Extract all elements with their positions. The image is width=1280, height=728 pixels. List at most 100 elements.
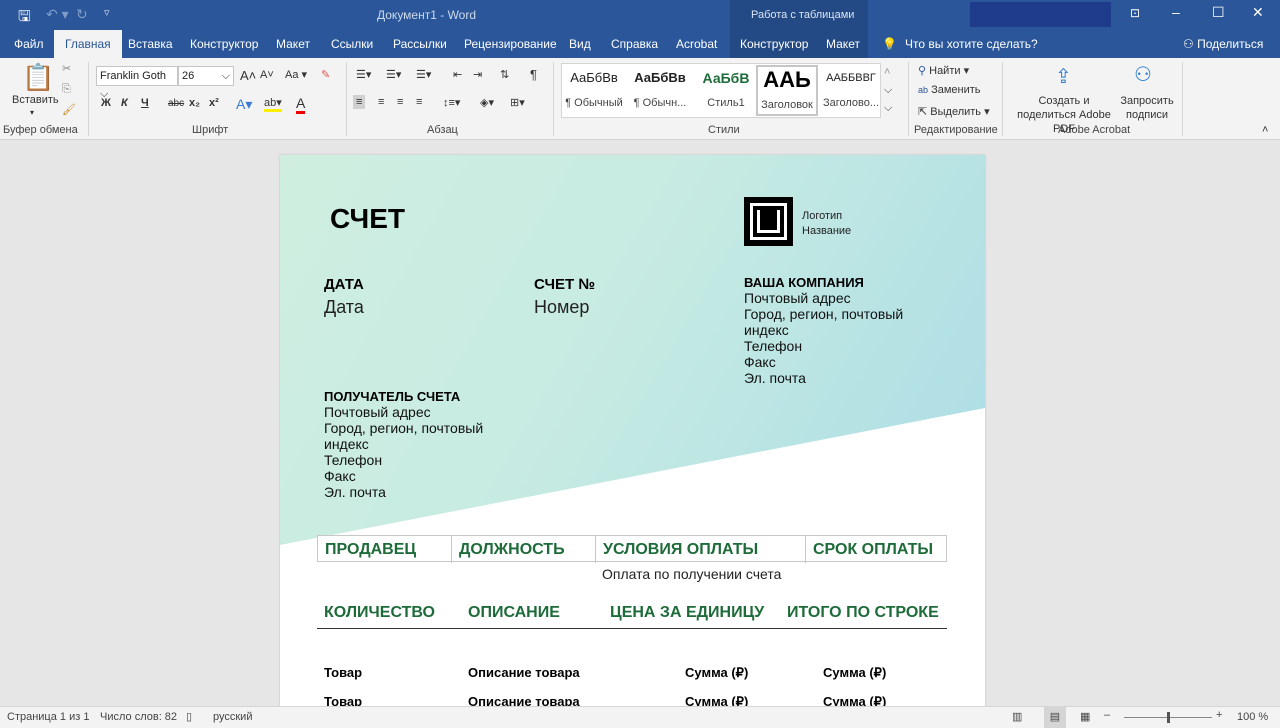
italic-button[interactable]: К: [121, 97, 128, 109]
proofing-icon[interactable]: ▯: [186, 710, 192, 723]
zoom-level[interactable]: 100 %: [1237, 711, 1268, 723]
underline-button[interactable]: Ч: [141, 97, 149, 109]
ribbon-display-icon[interactable]: ⊡: [1130, 6, 1140, 20]
paste-icon[interactable]: 📋: [22, 62, 54, 93]
style-item[interactable]: АаБбВв ¶ Обычн...: [629, 65, 691, 116]
highlight-color-icon[interactable]: ab▾: [264, 96, 282, 112]
customize-qat-icon[interactable]: ▿: [104, 6, 110, 19]
company-line[interactable]: Факс: [744, 354, 903, 370]
save-icon[interactable]: 🖫: [18, 6, 31, 31]
zoom-out-button[interactable]: –: [1104, 709, 1110, 721]
recipient-line[interactable]: Эл. почта: [324, 484, 483, 500]
recipient-line[interactable]: Телефон: [324, 452, 483, 468]
paste-button[interactable]: Вставить: [12, 94, 59, 106]
font-color-icon[interactable]: A: [296, 95, 306, 114]
page-count[interactable]: Страница 1 из 1: [7, 711, 89, 723]
company-line[interactable]: Телефон: [744, 338, 903, 354]
request-signatures-icon[interactable]: ⚇: [1134, 62, 1152, 87]
tab-file[interactable]: Файл: [14, 30, 44, 58]
tab-review[interactable]: Рецензирование: [464, 30, 557, 58]
tab-view[interactable]: Вид: [569, 30, 591, 58]
payment-terms-value[interactable]: Оплата по получении счета: [602, 566, 781, 582]
read-mode-icon[interactable]: ▥: [1012, 710, 1022, 723]
item-unit-price[interactable]: Сумма (₽): [685, 665, 748, 681]
request-signatures-button[interactable]: Запросить подписи: [1120, 94, 1174, 122]
company-line[interactable]: Почтовый адрес: [744, 290, 903, 306]
subscript-button[interactable]: x₂: [189, 97, 200, 109]
item-line-total[interactable]: Сумма (₽): [823, 665, 886, 681]
share-button[interactable]: ⚇ Поделиться: [1183, 30, 1263, 58]
item-description[interactable]: Описание товара: [468, 665, 580, 680]
bold-button[interactable]: Ж: [101, 97, 111, 109]
style-item[interactable]: ААЬ Заголовок: [756, 65, 818, 116]
company-line[interactable]: Эл. почта: [744, 370, 903, 386]
tab-help[interactable]: Справка: [611, 30, 658, 58]
create-pdf-icon[interactable]: ⇪: [1055, 64, 1072, 89]
decrease-indent-icon[interactable]: ⇤: [453, 68, 462, 81]
zoom-slider-thumb[interactable]: [1167, 712, 1170, 723]
replace-button[interactable]: ab Заменить: [918, 84, 981, 96]
clear-formatting-icon[interactable]: ✎: [321, 68, 330, 81]
numbering-icon[interactable]: ☰▾: [386, 68, 401, 81]
item-qty[interactable]: Товар: [324, 665, 362, 680]
tab-layout[interactable]: Макет: [276, 30, 310, 58]
grow-font-icon[interactable]: A˄: [240, 68, 256, 83]
find-button[interactable]: ⚲ Найти ▾: [918, 64, 969, 77]
recipient-line[interactable]: индекс: [324, 436, 483, 452]
minimize-icon[interactable]: –: [1172, 4, 1180, 20]
shading-icon[interactable]: ◈▾: [480, 96, 494, 109]
style-item[interactable]: ААББВВГ Заголово...: [820, 65, 882, 116]
styles-scroll-up[interactable]: ˄: [884, 66, 890, 78]
word-count[interactable]: Число слов: 82: [100, 711, 177, 723]
print-layout-icon[interactable]: ▤: [1044, 707, 1066, 728]
account-area[interactable]: [970, 2, 1111, 27]
borders-icon[interactable]: ⊞▾: [510, 96, 525, 109]
styles-more[interactable]: ⌵: [884, 102, 892, 115]
collapse-ribbon-icon[interactable]: ˄: [1262, 124, 1268, 136]
strikethrough-button[interactable]: abc: [168, 98, 184, 109]
copy-icon[interactable]: ⎘: [62, 83, 71, 96]
shrink-font-icon[interactable]: A˅: [260, 69, 274, 81]
recipient-line[interactable]: Город, регион, почтовый: [324, 420, 483, 436]
document-page[interactable]: СЧЕТ Логотип Название ДАТА Дата СЧЕТ № Н…: [280, 155, 985, 715]
redo-icon[interactable]: ↻: [76, 6, 88, 23]
date-value[interactable]: Дата: [324, 297, 364, 318]
show-marks-icon[interactable]: ¶: [530, 67, 537, 82]
tab-references[interactable]: Ссылки: [331, 30, 373, 58]
paste-dropdown-icon[interactable]: ▾: [30, 108, 34, 117]
align-left-icon[interactable]: ≡: [353, 95, 366, 109]
company-line[interactable]: индекс: [744, 322, 903, 338]
company-line[interactable]: Город, регион, почтовый: [744, 306, 903, 322]
tab-home[interactable]: Главная: [54, 30, 122, 58]
select-button[interactable]: ⇱ Выделить ▾: [918, 105, 990, 118]
language[interactable]: русский: [213, 711, 252, 723]
zoom-in-button[interactable]: +: [1216, 709, 1222, 721]
style-item[interactable]: АаБбВ Стиль1: [695, 65, 757, 116]
tab-acrobat[interactable]: Acrobat: [676, 30, 717, 58]
align-right-icon[interactable]: ≡: [397, 96, 403, 108]
recipient-line[interactable]: Почтовый адрес: [324, 404, 483, 420]
cut-icon[interactable]: ✂: [62, 62, 71, 75]
tab-insert[interactable]: Вставка: [128, 30, 173, 58]
align-center-icon[interactable]: ≡: [378, 96, 384, 108]
increase-indent-icon[interactable]: ⇥: [473, 68, 482, 81]
close-icon[interactable]: ✕: [1252, 4, 1264, 21]
invoice-number-value[interactable]: Номер: [534, 297, 589, 318]
format-painter-icon[interactable]: 🖌: [62, 103, 76, 116]
tab-design[interactable]: Конструктор: [190, 30, 258, 58]
text-effects-icon[interactable]: A▾: [236, 96, 252, 113]
superscript-button[interactable]: x²: [209, 97, 219, 109]
justify-icon[interactable]: ≡: [416, 96, 422, 108]
tab-table-layout[interactable]: Макет: [826, 30, 860, 58]
styles-scroll-down[interactable]: ⌵: [884, 84, 892, 97]
tab-mailings[interactable]: Рассылки: [393, 30, 447, 58]
font-size-dropdown[interactable]: 26 ⌵: [178, 66, 234, 86]
undo-icon[interactable]: ↶ ▾: [46, 6, 69, 23]
tab-table-design[interactable]: Конструктор: [740, 30, 808, 58]
change-case-button[interactable]: Aa ▾: [285, 68, 307, 81]
font-name-dropdown[interactable]: Franklin Goth ⌵: [96, 66, 178, 100]
recipient-line[interactable]: Факс: [324, 468, 483, 484]
sort-icon[interactable]: ⇅: [500, 68, 509, 81]
web-layout-icon[interactable]: ▦: [1080, 710, 1090, 723]
bullets-icon[interactable]: ☰▾: [356, 68, 371, 81]
